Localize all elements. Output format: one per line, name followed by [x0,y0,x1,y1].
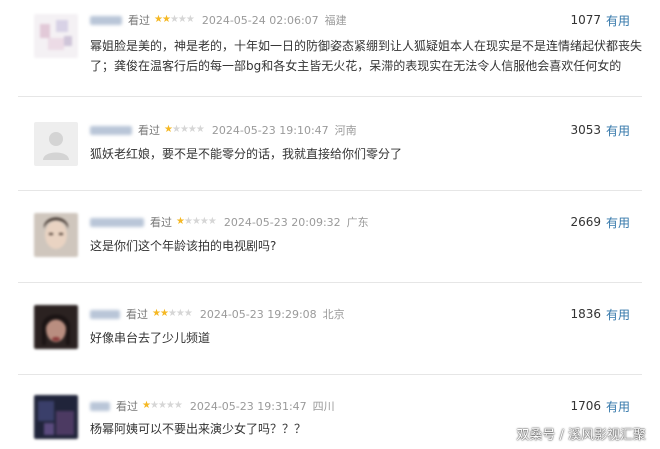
rating-stars: ★ ★ ★ ★ ★ [176,216,217,227]
username[interactable] [90,125,132,135]
star-icon: ★ [175,308,185,319]
username[interactable] [90,15,122,25]
vote-count: 3053 [570,123,601,137]
star-icon: ★ [199,216,209,227]
vote-count: 2669 [570,215,601,229]
useful-button[interactable]: 有用 [606,12,630,29]
divider [18,190,642,191]
star-icon: ★ [185,14,195,25]
useful-button[interactable]: 有用 [606,398,630,415]
comment-text: 幂姐脸是美的，神是老的，十年如一日的防御姿态紧绷到让人狐疑姐本人在现实是不是连情… [90,36,642,76]
star-icon: ★ [176,216,185,227]
comment-location: 河南 [334,124,357,137]
vote-area: 1077 有用 [570,12,630,28]
comment-location: 广东 [346,216,369,229]
vote-count: 1706 [570,399,601,413]
useful-button[interactable]: 有用 [606,214,630,231]
star-icon: ★ [177,14,187,25]
username[interactable] [90,309,120,319]
avatar[interactable] [34,305,78,349]
comment-text: 这是你们这个年龄该拍的电视剧吗? [90,236,276,256]
star-icon: ★ [157,400,167,411]
star-icon: ★ [207,216,217,227]
useful-button[interactable]: 有用 [606,306,630,323]
vote-area: 1836 有用 [570,306,630,322]
rating-stars: ★ ★ ★ ★ ★ [152,308,193,319]
star-icon: ★ [179,124,189,135]
comment-text: 狐妖老红娘，要不是不能零分的话，我就直接给你们零分了 [90,144,402,164]
vote-count: 1077 [570,13,601,27]
comment-time: 2024-05-23 19:31:47 [189,399,307,413]
comment-time: 2024-05-23 19:10:47 [211,123,329,137]
comment-time: 2024-05-23 20:09:32 [223,215,341,229]
star-icon: ★ [183,216,193,227]
useful-button[interactable]: 有用 [606,122,630,139]
comment-line: 这是你们这个年龄该拍的电视剧吗? [90,239,277,253]
comment-location: 福建 [324,14,347,27]
watched-status: 看过 [128,14,150,27]
comment-location: 北京 [322,308,345,321]
avatar[interactable] [34,395,78,439]
comment-line: 好像串台去了少儿频道 [90,331,211,345]
rating-stars: ★ ★ ★ ★ ★ [154,14,195,25]
divider [18,282,642,283]
vote-area: 2669 有用 [570,214,630,230]
comment-time: 2024-05-24 02:06:07 [201,13,319,27]
comment-location: 四川 [312,400,335,413]
watched-status: 看过 [150,216,172,229]
avatar[interactable] [34,213,78,257]
comment-text: 好像串台去了少儿频道 [90,328,210,348]
divider [18,374,642,375]
comment-line: 了；龚俊在温客行后的每一部bg和各女主皆无火花，呆滞的表现实在无法令人信服他会喜… [90,59,622,73]
star-icon: ★ [167,308,177,319]
star-icon: ★ [142,400,151,411]
vote-count: 1836 [570,307,601,321]
comment-line: 狐妖老红娘，要不是不能零分的话，我就直接给你们零分了 [90,147,403,161]
star-icon: ★ [165,400,175,411]
star-icon: ★ [154,14,163,25]
comment-meta: 用户 看过 ★★★★★ 2024-05-23 19:10:47 河南 [90,122,357,138]
star-icon: ★ [164,124,173,135]
comment-time: 2024-05-23 19:29:08 [199,307,317,321]
watched-status: 看过 [126,308,148,321]
watched-status: 看过 [138,124,160,137]
star-icon: ★ [171,124,181,135]
username[interactable] [90,401,110,411]
vote-area: 3053 有用 [570,122,630,138]
comment-text: 杨幂阿姨可以不要出来演少女了吗？？？ [90,419,306,439]
comment-meta: 用户 看过 ★★★★★ 2024-05-24 02:06:07 福建 [90,12,347,28]
star-icon: ★ [195,124,205,135]
comment-meta: 用户 看过 ★★★★★ 2024-05-23 19:29:08 北京 [90,306,345,322]
comment-line: 杨幂阿姨可以不要出来演少女了吗？？？ [90,422,307,436]
star-icon: ★ [183,308,193,319]
star-icon: ★ [161,14,171,25]
star-icon: ★ [191,216,201,227]
watermark: 双桑号 / 溪风影视汇聚 [516,428,646,443]
divider [18,96,642,97]
rating-stars: ★ ★ ★ ★ ★ [164,124,205,135]
rating-stars: ★ ★ ★ ★ ★ [142,400,183,411]
avatar[interactable] [34,14,78,58]
vote-area: 1706 有用 [570,398,630,414]
comment-meta: 用户 看过 ★★★★★ 2024-05-23 20:09:32 广东 [90,214,369,230]
star-icon: ★ [152,308,161,319]
star-icon: ★ [159,308,169,319]
comment-line: 幂姐脸是美的，神是老的，十年如一日的防御姿态紧绷到让人狐疑姐本人在现实是不是连情… [90,39,643,53]
star-icon: ★ [187,124,197,135]
star-icon: ★ [173,400,183,411]
watched-status: 看过 [116,400,138,413]
comment-meta: 用户 看过 ★★★★★ 2024-05-23 19:31:47 四川 [90,398,335,414]
username[interactable] [90,217,144,227]
star-icon: ★ [169,14,179,25]
avatar[interactable] [34,122,78,166]
star-icon: ★ [149,400,159,411]
